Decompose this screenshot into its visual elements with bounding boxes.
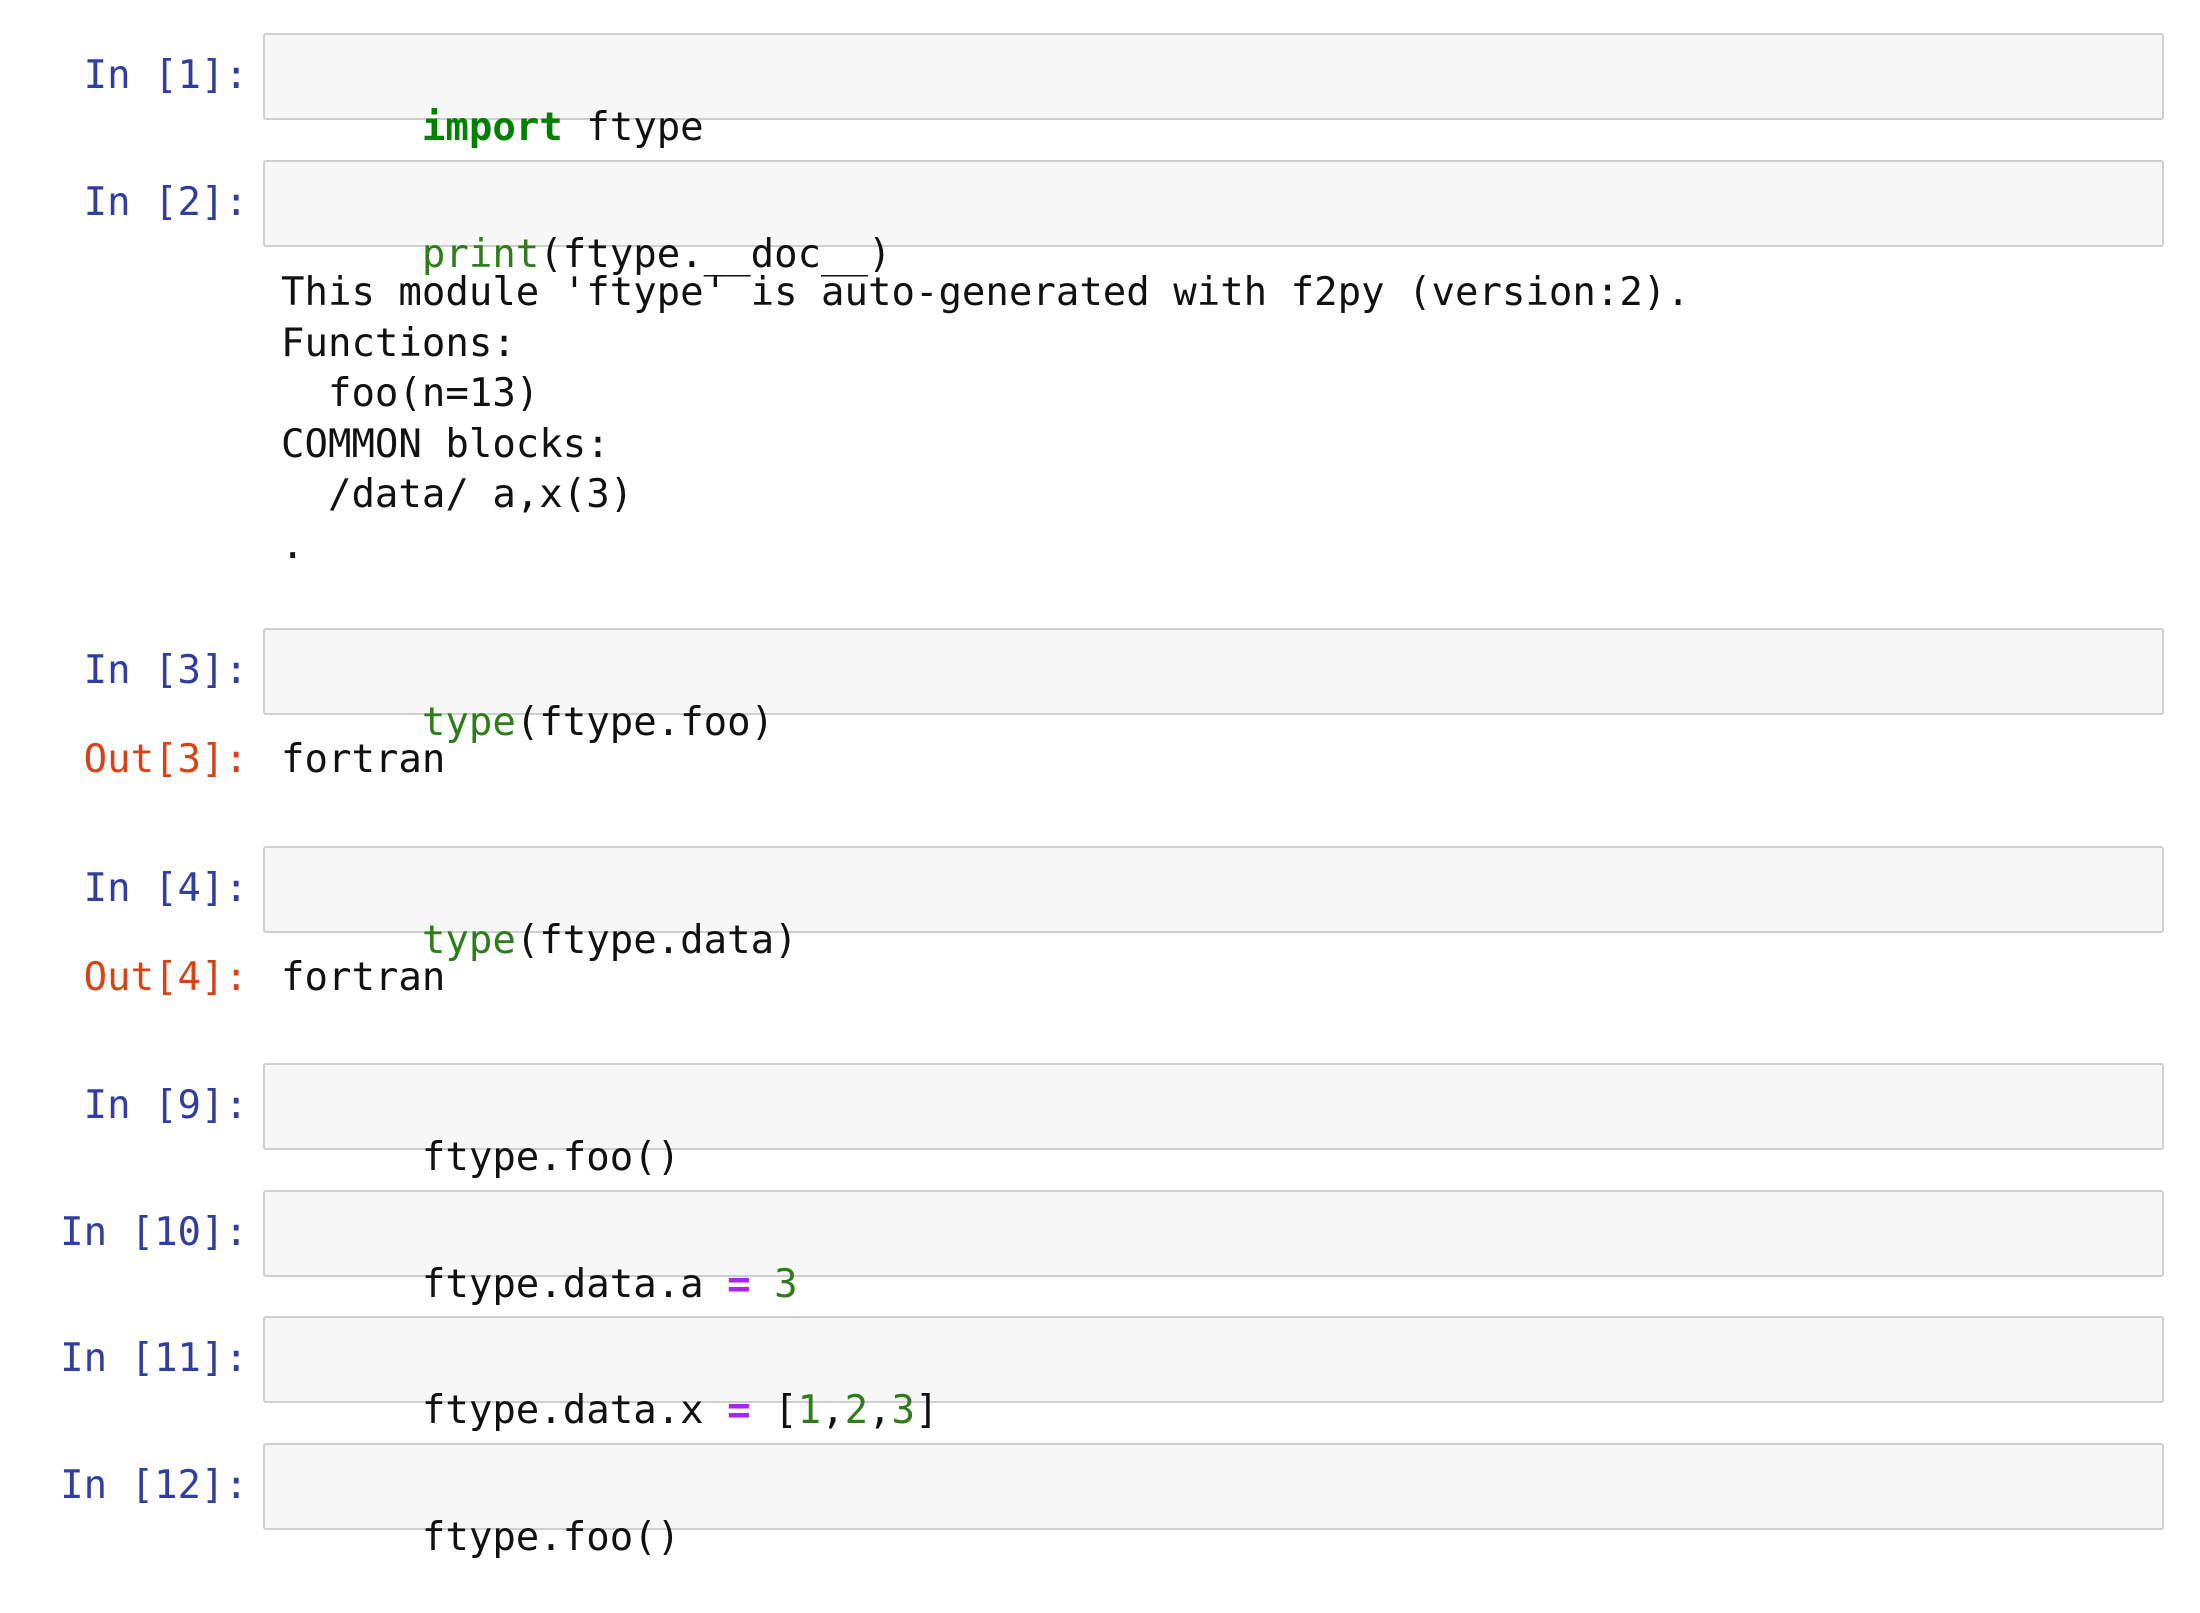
code-token: [ — [750, 1388, 798, 1433]
code-input[interactable]: type(ftype.data) — [263, 846, 2164, 963]
code-token: 2 — [844, 1388, 869, 1433]
code-token: 3 — [891, 1388, 916, 1433]
code-token: = — [727, 1388, 751, 1433]
input-prompt: In [2]: — [83, 180, 248, 225]
input-prompt: In [10]: — [60, 1210, 248, 1255]
input-prompt: In [1]: — [83, 53, 248, 98]
code-token: , — [868, 1388, 892, 1433]
execute-result: fortran — [281, 737, 446, 782]
input-prompt: In [4]: — [83, 866, 248, 911]
code-input[interactable]: ftype.foo() — [263, 1063, 2164, 1180]
code-token: ftype.foo() — [421, 1515, 681, 1560]
code-input[interactable]: ftype.foo() — [263, 1443, 2164, 1560]
code-token: ftype.data.x — [421, 1388, 728, 1433]
code-input[interactable]: type(ftype.foo) — [263, 628, 2164, 745]
execute-result: fortran — [281, 955, 446, 1000]
input-prompt: In [12]: — [60, 1463, 248, 1508]
code-token: = — [727, 1262, 751, 1307]
input-prompt: In [3]: — [83, 648, 248, 693]
code-input[interactable]: print(ftype.__doc__) — [263, 160, 2164, 277]
code-token: ftype.data.a — [421, 1262, 728, 1307]
code-token: ftype — [562, 105, 704, 150]
code-input[interactable]: ftype.data.x = [1,2,3] — [263, 1316, 2164, 1433]
code-line: ftype.foo() — [281, 1463, 680, 1613]
code-input[interactable]: import ftype — [263, 33, 2164, 150]
code-token: 3 — [774, 1262, 798, 1307]
code-token: (ftype.foo) — [515, 700, 775, 745]
code-token: , — [821, 1388, 845, 1433]
output-prompt: Out[4]: — [83, 955, 248, 1000]
input-prompt: In [11]: — [60, 1336, 248, 1381]
code-token: ftype.foo() — [421, 1135, 681, 1180]
input-prompt: In [9]: — [83, 1083, 248, 1128]
code-token: (ftype.data) — [515, 918, 798, 963]
output-prompt: Out[3]: — [83, 737, 248, 782]
code-token: import — [421, 105, 563, 150]
code-token: 1 — [797, 1388, 822, 1433]
stream-output: This module 'ftype' is auto-generated wi… — [281, 270, 1690, 568]
code-token: ] — [915, 1388, 939, 1433]
code-input[interactable]: ftype.data.a = 3 — [263, 1190, 2164, 1307]
